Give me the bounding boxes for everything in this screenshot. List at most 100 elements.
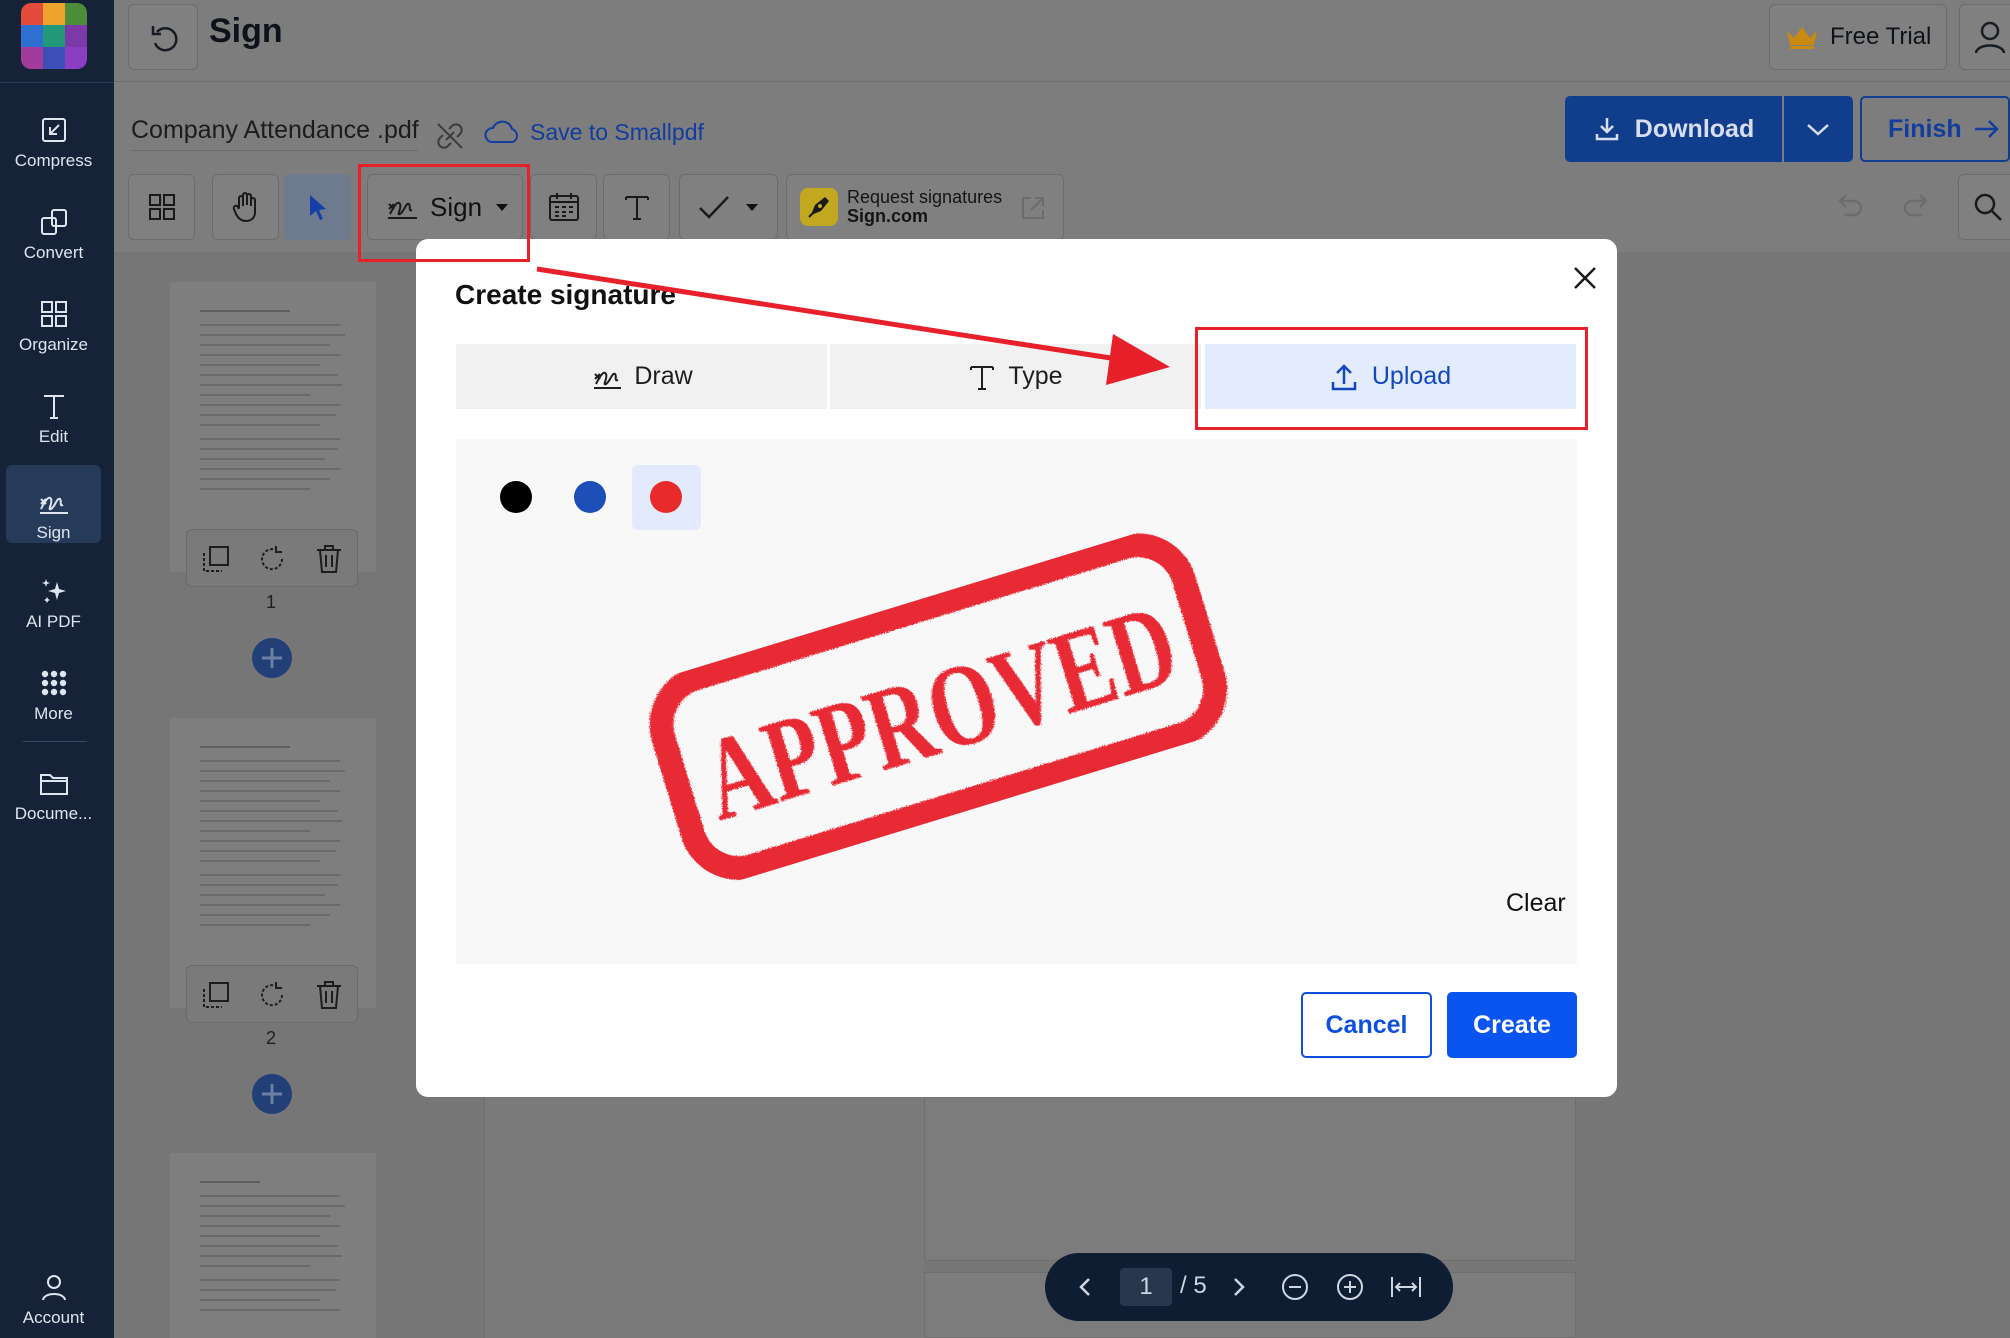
undo-action-icon[interactable] [1832,191,1868,221]
thumbnails-toggle-button[interactable] [128,174,195,240]
sidebar-item-edit[interactable]: Edit [6,369,101,447]
back-button[interactable] [128,4,198,70]
request-signatures-label: Request signatures [847,187,1003,207]
sidebar-item-more[interactable]: More [6,646,101,724]
save-to-smallpdf-link[interactable]: Save to Smallpdf [482,118,704,146]
delete-page-icon[interactable] [314,543,344,575]
date-tool-button[interactable] [530,174,597,240]
account-icon [41,1275,66,1301]
calendar-icon [548,193,579,221]
tab-label: Type [1008,362,1063,390]
page-number-label: 1 [266,592,277,612]
save-label: Save to Smallpdf [530,118,704,145]
approved-stamp-image: APPROVED [649,533,1228,880]
top-bar: Sign Free Trial [114,0,2010,82]
hand-tool-button[interactable] [212,174,279,240]
file-name-underline [131,150,418,151]
previous-page-icon[interactable] [1077,1276,1093,1298]
pen-nib-icon [800,188,838,226]
fit-width-icon[interactable] [1389,1273,1423,1301]
sidebar: Compress Convert Organize Edit Sign AI P… [0,0,114,1338]
page-number-input[interactable]: 1 [1120,1268,1172,1306]
sidebar-item-sign[interactable]: Sign [6,465,101,543]
sparkle-icon [41,579,66,603]
create-button[interactable]: Create [1447,992,1577,1058]
hand-icon [232,192,256,223]
select-tool-button[interactable] [284,174,351,240]
sign-com-label: Sign.com [847,206,929,226]
sidebar-item-label: Organize [19,335,88,354]
page-title: Sign [209,12,283,50]
color-swatch-blue[interactable] [574,481,606,513]
file-name[interactable]: Company Attendance .pdf [131,116,419,145]
download-button[interactable]: Download [1565,96,1782,162]
plus-icon [262,1084,282,1104]
smallpdf-logo[interactable] [21,3,87,69]
rotate-page-icon[interactable] [258,980,288,1010]
sidebar-item-documents[interactable]: Docume... [6,746,101,824]
duplicate-page-icon[interactable] [201,980,231,1010]
rotate-page-icon[interactable] [258,544,288,574]
download-icon [1595,118,1619,141]
tab-draw[interactable]: Draw [456,344,827,409]
page-thumbnail-tools [186,529,358,587]
duplicate-page-icon[interactable] [201,544,231,574]
color-swatch-black[interactable] [500,481,532,513]
sidebar-item-label: Edit [38,427,69,446]
next-page-icon[interactable] [1231,1276,1247,1298]
checkmark-icon [698,196,729,219]
text-tool-button[interactable] [603,174,670,240]
arrow-right-icon [1974,120,1999,138]
grid-icon [148,194,175,220]
organize-icon [40,301,67,327]
page-thumbnail-tools [186,965,358,1023]
sidebar-item-convert[interactable]: Convert [6,185,101,263]
delete-page-icon[interactable] [314,979,344,1011]
undo-icon [151,26,178,52]
search-icon [1974,193,2002,221]
unlink-icon[interactable] [433,119,467,153]
sidebar-item-label: Docume... [14,804,93,823]
tab-type[interactable]: Type [830,344,1201,409]
crown-icon [1787,27,1817,49]
request-signatures-button[interactable]: Request signatures Sign.com [786,174,1064,240]
redo-action-icon[interactable] [1898,191,1934,221]
close-icon[interactable] [1568,261,1602,295]
insert-page-button[interactable] [252,1074,292,1114]
signature-icon [39,496,68,514]
sidebar-item-label: Sign [36,523,71,542]
grid-dots-icon [41,670,66,696]
highlight-box-upload-tab [1195,327,1588,430]
checkmark-tool-button[interactable] [679,174,778,240]
download-options-button[interactable] [1784,96,1853,162]
sidebar-item-ai-pdf[interactable]: AI PDF [6,554,101,632]
sidebar-item-account[interactable]: Account [6,1250,101,1328]
search-button[interactable] [1958,174,2010,240]
document-page-shadow [484,1097,924,1338]
finish-label: Finish [1888,114,1962,143]
finish-button[interactable]: Finish [1860,96,2010,162]
insert-page-button[interactable] [252,638,292,678]
page-navigator: 1 / 5 [1045,1253,1453,1321]
zoom-in-icon[interactable] [1335,1272,1365,1302]
sidebar-item-label: More [34,704,73,723]
page-total-label: / 5 [1180,1272,1207,1299]
sidebar-item-label: Compress [14,151,93,170]
user-menu-button[interactable] [1959,4,2010,70]
free-trial-button[interactable]: Free Trial [1769,4,1947,70]
sidebar-divider [0,82,114,83]
sidebar-item-compress[interactable]: Compress [6,93,101,171]
page-thumbnail-3[interactable] [170,1153,376,1338]
zoom-out-icon[interactable] [1280,1272,1310,1302]
compress-icon [41,118,66,142]
clear-button[interactable]: Clear [1506,889,1566,918]
sidebar-item-label: Convert [23,243,84,262]
free-trial-label: Free Trial [1830,23,1932,50]
signature-canvas[interactable]: APPROVED Clear [456,439,1577,964]
dialog-title: Create signature [455,279,676,310]
cancel-button[interactable]: Cancel [1301,992,1432,1058]
plus-icon [262,648,282,668]
sidebar-divider [23,741,87,742]
sidebar-item-organize[interactable]: Organize [6,277,101,355]
convert-icon [40,209,67,235]
